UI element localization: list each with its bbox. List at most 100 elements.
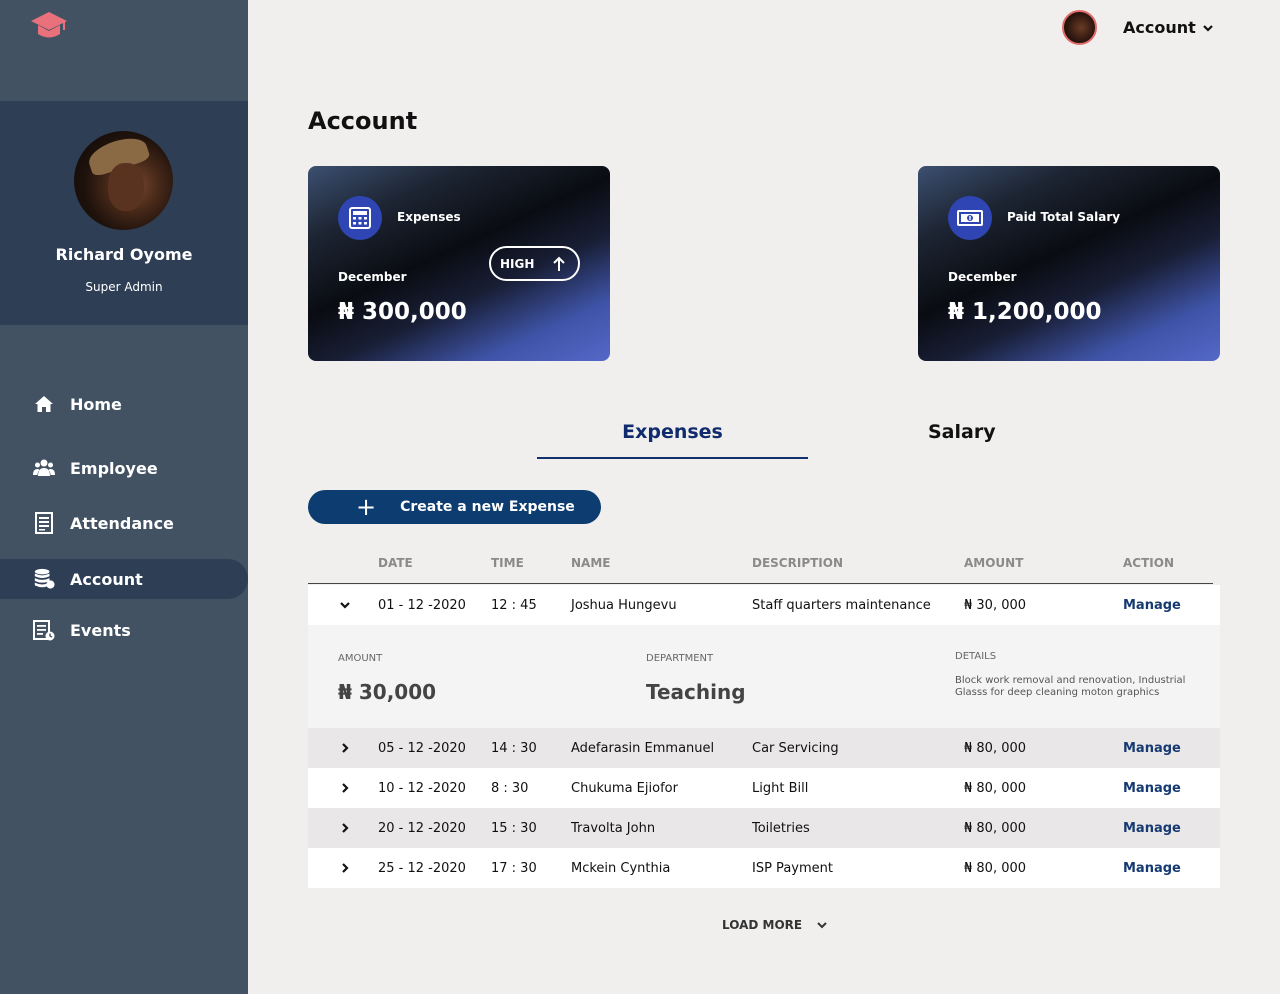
table-row[interactable]: 10 - 12 -2020 8 : 30 Chukuma Ejiofor Lig…	[308, 768, 1220, 808]
sidebar-item-attendance[interactable]: Attendance	[0, 503, 248, 543]
cell-date: 20 - 12 -2020	[378, 821, 466, 836]
cell-name: Chukuma Ejiofor	[571, 781, 678, 796]
account-menu-button[interactable]: Account	[1123, 18, 1214, 37]
high-badge-label: HIGH	[500, 256, 535, 271]
table-row[interactable]: 01 - 12 -2020 12 : 45 Joshua Hungevu Sta…	[308, 585, 1220, 625]
sidebar-item-events[interactable]: Events	[0, 610, 248, 650]
load-more-label: LOAD MORE	[722, 918, 803, 932]
cell-amount: ₦ 80, 000	[964, 821, 1027, 836]
column-header-date: DATE	[378, 556, 413, 570]
card-month: December	[338, 270, 407, 284]
arrow-up-icon	[553, 256, 565, 271]
chevron-right-icon[interactable]	[338, 821, 352, 835]
cell-description: Staff quarters maintenance	[752, 598, 931, 613]
calculator-icon	[338, 196, 382, 240]
tab-expenses[interactable]: Expenses	[537, 421, 808, 443]
chevron-down-icon[interactable]	[338, 598, 352, 612]
row-detail-panel: AMOUNT ₦ 30,000 DEPARTMENT Teaching DETA…	[308, 625, 1220, 728]
cell-amount: ₦ 80, 000	[964, 741, 1027, 756]
detail-department-label: DEPARTMENT	[646, 653, 714, 664]
cell-date: 01 - 12 -2020	[378, 598, 466, 613]
detail-amount-label: AMOUNT	[338, 653, 383, 664]
card-amount: ₦ 1,200,000	[948, 299, 1102, 325]
detail-details-label: DETAILS	[955, 651, 997, 662]
plus-icon: +	[356, 493, 377, 521]
banknote-icon	[948, 196, 992, 240]
table-row[interactable]: 25 - 12 -2020 17 : 30 Mckein Cynthia ISP…	[308, 848, 1220, 888]
cell-date: 10 - 12 -2020	[378, 781, 466, 796]
chevron-down-icon	[1203, 24, 1213, 32]
chevron-right-icon[interactable]	[338, 781, 352, 795]
high-badge-button[interactable]: HIGH	[489, 246, 580, 281]
sidebar-item-label: Employee	[70, 458, 158, 478]
cell-time: 17 : 30	[491, 861, 537, 876]
detail-department-value: Teaching	[646, 680, 746, 704]
active-tab-indicator	[537, 457, 808, 459]
create-expense-label: Create a new Expense	[400, 499, 575, 515]
cell-description: Car Servicing	[752, 741, 839, 756]
salary-card: Paid Total Salary December ₦ 1,200,000	[918, 166, 1220, 361]
manage-link[interactable]: Manage	[1123, 741, 1181, 756]
sidebar: Richard Oyome Super Admin Home Employee …	[0, 0, 248, 994]
sidebar-item-label: Account	[70, 569, 143, 589]
cell-time: 8 : 30	[491, 781, 529, 796]
cell-description: Light Bill	[752, 781, 809, 796]
profile-name: Richard Oyome	[55, 245, 193, 264]
table-header-divider	[308, 583, 1213, 584]
avatar[interactable]	[74, 131, 173, 230]
sidebar-item-label: Events	[70, 620, 131, 640]
column-header-description: DESCRIPTION	[752, 556, 844, 570]
detail-amount-value: ₦ 30,000	[338, 680, 437, 704]
cell-time: 14 : 30	[491, 741, 537, 756]
document-icon	[33, 512, 55, 534]
create-expense-button[interactable]: + Create a new Expense	[308, 490, 601, 524]
cell-name: Joshua Hungevu	[571, 598, 677, 613]
cell-amount: ₦ 80, 000	[964, 861, 1027, 876]
cell-date: 05 - 12 -2020	[378, 741, 466, 756]
users-icon	[33, 457, 55, 479]
card-label: Paid Total Salary	[1007, 210, 1121, 224]
cell-amount: ₦ 80, 000	[964, 781, 1027, 796]
tab-salary[interactable]: Salary	[928, 421, 996, 443]
card-amount: ₦ 300,000	[338, 299, 467, 325]
card-month: December	[948, 270, 1017, 284]
home-icon	[33, 393, 55, 415]
column-header-time: TIME	[491, 556, 524, 570]
chevron-down-icon	[817, 922, 827, 929]
manage-link[interactable]: Manage	[1123, 598, 1181, 613]
expenses-card: Expenses December ₦ 300,000 HIGH	[308, 166, 610, 361]
chevron-right-icon[interactable]	[338, 741, 352, 755]
profile-role: Super Admin	[85, 280, 163, 294]
column-header-action: ACTION	[1123, 556, 1174, 570]
manage-link[interactable]: Manage	[1123, 781, 1181, 796]
cell-date: 25 - 12 -2020	[378, 861, 466, 876]
cell-time: 12 : 45	[491, 598, 537, 613]
chevron-right-icon[interactable]	[338, 861, 352, 875]
cell-description: ISP Payment	[752, 861, 833, 876]
profile-panel: Richard Oyome Super Admin	[0, 101, 248, 325]
load-more-button[interactable]: LOAD MORE	[722, 918, 828, 932]
cell-name: Travolta John	[571, 821, 656, 836]
detail-details-text: Block work removal and renovation, Indus…	[955, 675, 1186, 698]
coins-icon	[33, 568, 55, 590]
table-row[interactable]: 05 - 12 -2020 14 : 30 Adefarasin Emmanue…	[308, 728, 1220, 768]
cell-time: 15 : 30	[491, 821, 537, 836]
sidebar-item-label: Home	[70, 394, 122, 414]
sidebar-item-employee[interactable]: Employee	[0, 448, 248, 488]
cell-amount: ₦ 30, 000	[964, 598, 1027, 613]
cell-name: Mckein Cynthia	[571, 861, 671, 876]
page-title: Account	[308, 107, 418, 135]
manage-link[interactable]: Manage	[1123, 821, 1181, 836]
manage-link[interactable]: Manage	[1123, 861, 1181, 876]
sidebar-item-home[interactable]: Home	[0, 384, 248, 424]
cell-description: Toiletries	[752, 821, 810, 836]
user-avatar[interactable]	[1062, 10, 1097, 45]
column-header-name: NAME	[571, 556, 611, 570]
table-row[interactable]: 20 - 12 -2020 15 : 30 Travolta John Toil…	[308, 808, 1220, 848]
sidebar-item-account[interactable]: Account	[0, 559, 248, 599]
calendar-list-icon	[33, 619, 55, 641]
sidebar-item-label: Attendance	[70, 513, 174, 533]
cell-name: Adefarasin Emmanuel	[571, 741, 715, 756]
graduation-cap-logo-icon[interactable]	[30, 10, 68, 42]
account-menu-label: Account	[1123, 18, 1196, 37]
